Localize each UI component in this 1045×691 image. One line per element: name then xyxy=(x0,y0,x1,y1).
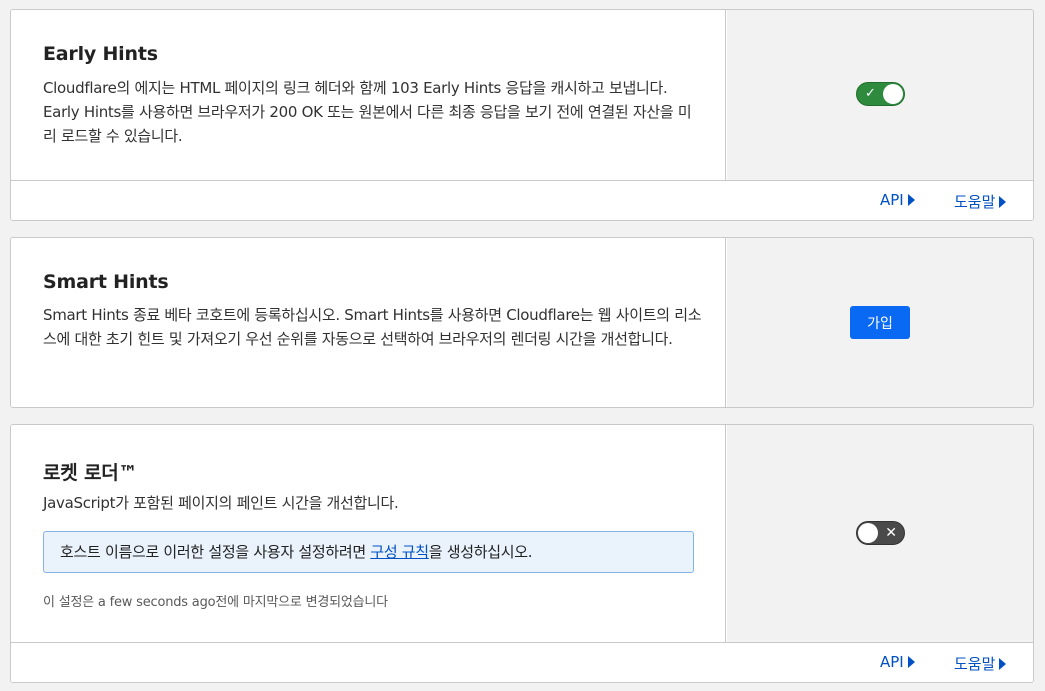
check-icon: ✓ xyxy=(865,86,876,101)
smart-hints-card: Smart Hints Smart Hints 종료 베타 코호트에 등록하십시… xyxy=(10,237,1034,408)
caret-right-icon xyxy=(907,656,915,668)
caret-right-icon xyxy=(907,194,915,206)
toggle-knob xyxy=(858,523,878,543)
api-link-label: API xyxy=(880,191,904,209)
help-link-label: 도움말 xyxy=(954,655,996,673)
api-link-label: API xyxy=(880,653,904,671)
smart-hints-description: Smart Hints 종료 베타 코호트에 등록하십시오. Smart Hin… xyxy=(43,306,702,348)
close-icon: ✕ xyxy=(885,525,897,541)
smart-hints-title: Smart Hints xyxy=(43,271,169,293)
early-hints-control-panel: ✓ xyxy=(727,10,1033,181)
rocket-loader-card: 로켓 로더™ JavaScript가 포함된 페이지의 페인트 시간을 개선합니… xyxy=(10,424,1034,683)
join-button[interactable]: 가입 xyxy=(850,306,910,339)
rocket-loader-footer: API 도움말 xyxy=(11,642,1033,682)
rocket-loader-help-link[interactable]: 도움말 xyxy=(954,653,1007,674)
early-hints-footer: API 도움말 xyxy=(11,180,1033,220)
last-modified-text: 이 설정은 a few seconds ago전에 마지막으로 변경되었습니다 xyxy=(43,595,388,610)
caret-right-icon xyxy=(999,657,1007,670)
rocket-loader-toggle[interactable]: ✕ xyxy=(856,521,905,545)
rocket-loader-title: 로켓 로더™ xyxy=(43,462,138,484)
rocket-loader-api-link[interactable]: API xyxy=(880,653,915,671)
rocket-loader-control-panel: ✕ xyxy=(727,425,1033,643)
early-hints-help-link[interactable]: 도움말 xyxy=(954,191,1007,212)
early-hints-card: Early Hints Cloudflare의 에지는 HTML 페이지의 링크… xyxy=(10,9,1034,221)
early-hints-description: Cloudflare의 에지는 HTML 페이지의 링크 헤더와 함께 103 … xyxy=(43,79,692,145)
rocket-loader-description: JavaScript가 포함된 페이지의 페인트 시간을 개선합니다. xyxy=(43,494,399,512)
smart-hints-content: Smart Hints Smart Hints 종료 베타 코호트에 등록하십시… xyxy=(11,238,726,407)
early-hints-api-link[interactable]: API xyxy=(880,191,915,209)
rocket-loader-content: 로켓 로더™ JavaScript가 포함된 페이지의 페인트 시간을 개선합니… xyxy=(11,425,726,643)
help-link-label: 도움말 xyxy=(954,193,996,211)
notice-suffix: 을 생성하십시오. xyxy=(428,543,533,561)
smart-hints-control-panel: 가입 xyxy=(727,238,1033,407)
config-rules-link[interactable]: 구성 규칙 xyxy=(370,543,429,561)
early-hints-content: Early Hints Cloudflare의 에지는 HTML 페이지의 링크… xyxy=(11,10,726,181)
config-rules-notice: 호스트 이름으로 이러한 설정을 사용자 설정하려면 구성 규칙을 생성하십시오… xyxy=(43,531,694,573)
toggle-knob xyxy=(883,84,903,104)
early-hints-title: Early Hints xyxy=(43,43,158,65)
early-hints-toggle[interactable]: ✓ xyxy=(856,82,905,106)
caret-right-icon xyxy=(999,195,1007,208)
notice-prefix: 호스트 이름으로 이러한 설정을 사용자 설정하려면 xyxy=(60,543,371,561)
